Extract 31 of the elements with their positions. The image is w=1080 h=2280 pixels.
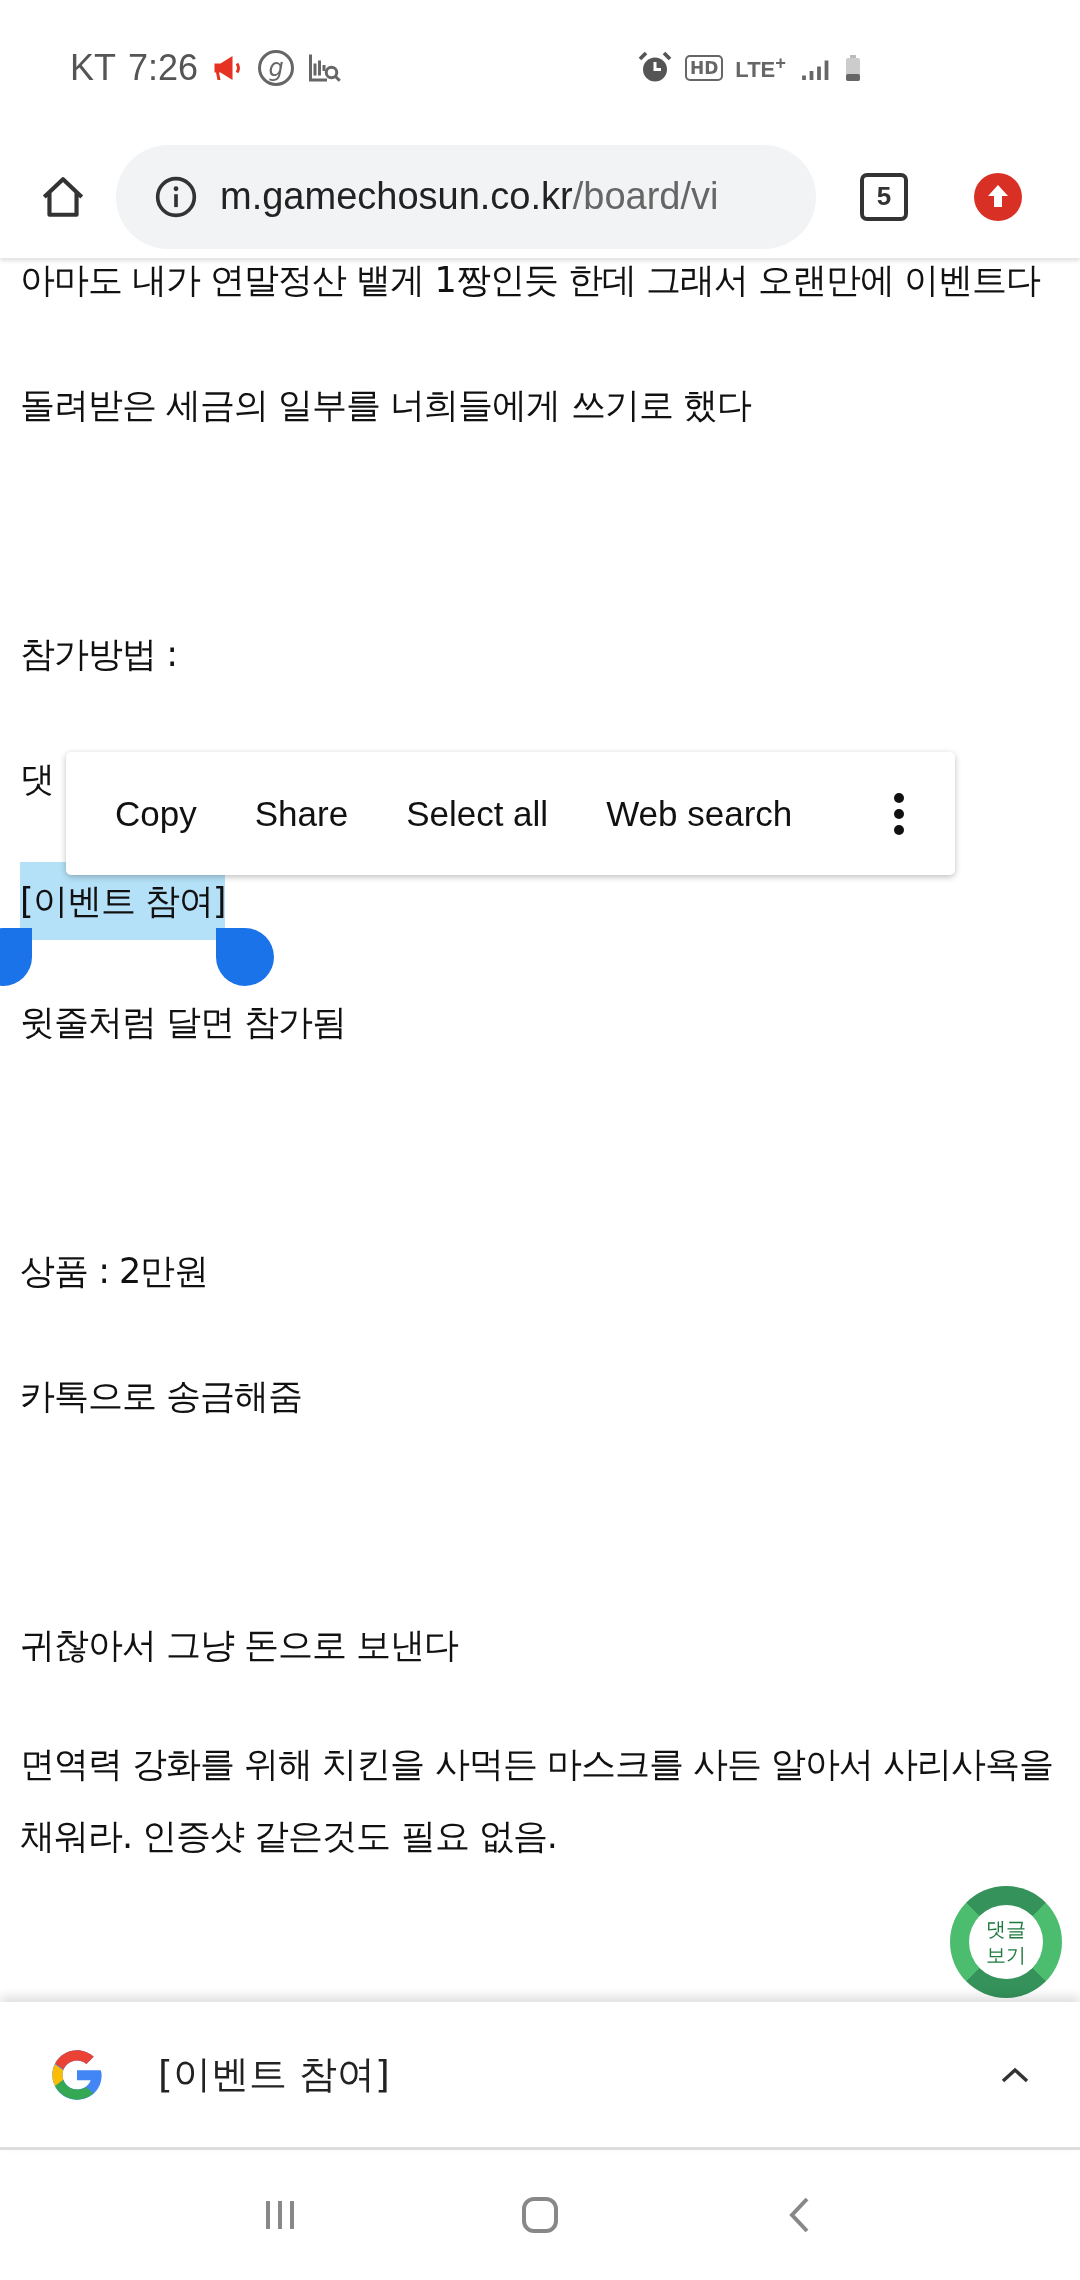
info-icon <box>154 174 198 219</box>
paragraph-text: 참가방법 : <box>20 634 177 674</box>
url-text: m.gamechosun.co.kr/board/vi <box>220 175 719 218</box>
menu-item[interactable]: Web search <box>577 783 822 844</box>
home-button-icon[interactable] <box>520 2195 560 2235</box>
paragraph-text: 면역력 강화를 위해 치킨을 사먹든 마스크를 사든 알아서 사리사욕을 채워라. 인증샷 같은것도 필요 없음. <box>20 1743 1054 1858</box>
paragraph-text: 윗줄처럼 달면 참가됨 <box>20 1002 347 1042</box>
hd-badge-icon: HD <box>685 54 724 81</box>
search-sheet[interactable]: [이벤트 참여] <box>0 2002 1080 2150</box>
chevron-up-icon[interactable] <box>1000 2065 1030 2084</box>
menu-item[interactable]: Share <box>225 783 378 844</box>
paragraph-text: 상품 : 2만원 <box>20 1251 209 1291</box>
comment-button[interactable]: 댓글 보기 <box>950 1886 1062 1998</box>
menu-item[interactable]: Copy <box>86 783 226 844</box>
menu-item[interactable]: Select all <box>377 783 578 844</box>
paragraph-text: 댓 <box>20 759 54 799</box>
network-type-label: LTE$^{+}$ <box>735 51 786 84</box>
paragraph-text: 아마도 내가 연말정산 뱉게 1짱인듯 한데 그래서 오랜만에 이벤트다 <box>20 260 1041 300</box>
selection-handle[interactable] <box>216 928 274 986</box>
paragraph-text: 귀찮아서 그냥 돈으로 보낸다 <box>20 1625 459 1665</box>
paragraph-text: 돌려받은 세금의 일부를 너희들에게 쓰기로 했다 <box>20 385 751 425</box>
url-field[interactable]: m.gamechosun.co.kr/board/vi <box>116 144 816 249</box>
upload-icon[interactable] <box>974 172 1022 221</box>
more-icon[interactable] <box>893 791 905 836</box>
clock-time: 7:26 <box>128 46 199 89</box>
battery-icon <box>846 54 860 81</box>
g-badge-icon: g <box>258 49 295 86</box>
search-query: [이벤트 참여] <box>158 2051 391 2098</box>
carrier-name: KT <box>70 46 116 89</box>
tab-count-button[interactable]: 5 <box>860 172 908 221</box>
paragraph-text: 카톡으로 송금해줌 <box>20 1376 303 1416</box>
